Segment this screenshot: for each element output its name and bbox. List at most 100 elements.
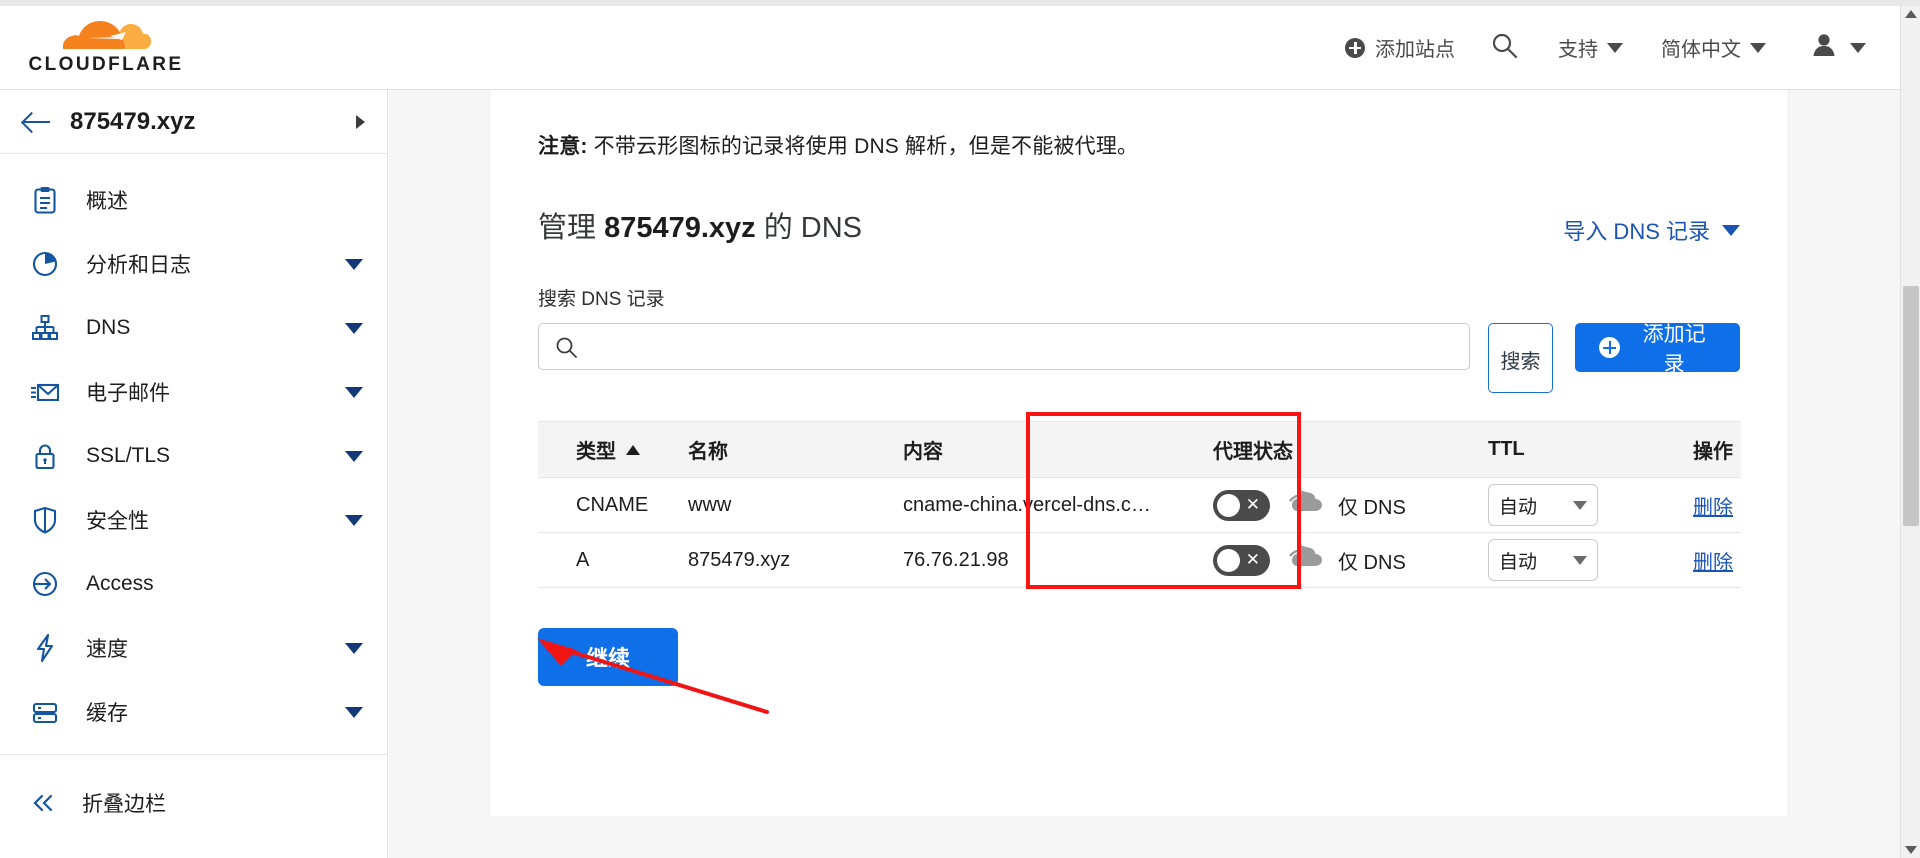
import-dns-records-menu[interactable]: 导入 DNS 记录 xyxy=(1563,214,1740,246)
scroll-up-arrow-icon[interactable] xyxy=(1905,10,1917,18)
cloud-icon xyxy=(1286,544,1324,576)
search-input[interactable] xyxy=(587,324,1457,369)
language-label: 简体中文 xyxy=(1661,39,1741,61)
toggle-knob xyxy=(1217,548,1240,572)
cloudflare-dns-page: CLOUDFLARE 添加站点 支持 简体中文 875479.xyz 概述 分析… xyxy=(0,0,1920,858)
column-header-content[interactable]: 内容 xyxy=(903,435,1213,464)
table-row: CNAME www cname-china.vercel-dns.c… ✕ 仅 … xyxy=(538,478,1741,533)
support-menu[interactable]: 支持 xyxy=(1558,33,1623,62)
support-label: 支持 xyxy=(1558,39,1598,61)
vertical-scrollbar[interactable] xyxy=(1900,6,1920,858)
cloudflare-cloud-icon xyxy=(60,19,152,53)
add-record-button[interactable]: 添加记录 xyxy=(1575,323,1740,376)
pie-chart-icon xyxy=(28,247,62,281)
dns-records-table: 类型 名称 内容 代理状态 TTL 操作 CNAME www cname-chi… xyxy=(538,421,1741,588)
delete-record-link[interactable]: 删除 xyxy=(1693,552,1733,574)
chevron-down-icon[interactable] xyxy=(345,514,363,526)
chevron-down-icon[interactable] xyxy=(345,642,363,654)
import-dns-records-label: 导入 DNS 记录 xyxy=(1563,219,1710,244)
search-button[interactable]: 搜索 xyxy=(1487,323,1554,393)
sidebar-item-access[interactable]: Access xyxy=(0,552,387,616)
search-input-wrapper[interactable] xyxy=(538,323,1470,370)
add-site-button[interactable]: 添加站点 xyxy=(1345,33,1455,62)
page-title-suffix: 的 DNS xyxy=(755,212,862,244)
dns-title-row: 管理 875479.xyz 的 DNS 导入 DNS 记录 xyxy=(538,204,1740,246)
record-name: www xyxy=(688,493,732,516)
zone-name: 875479.xyz xyxy=(70,107,196,135)
sign-in-icon xyxy=(28,567,62,601)
chevron-down-icon xyxy=(1573,500,1587,510)
search-icon xyxy=(555,336,578,364)
proxy-status-cell: ✕ 仅 DNS xyxy=(1213,489,1488,521)
record-type: CNAME xyxy=(576,493,649,516)
ttl-cell: 自动 xyxy=(1488,484,1648,526)
table-header-row: 类型 名称 内容 代理状态 TTL 操作 xyxy=(538,422,1741,478)
page-title: 管理 875479.xyz 的 DNS xyxy=(538,204,862,246)
envelope-icon xyxy=(28,375,62,409)
chevron-down-icon[interactable] xyxy=(345,258,363,270)
scrollbar-thumb[interactable] xyxy=(1903,286,1919,526)
zone-header[interactable]: 875479.xyz xyxy=(0,90,387,154)
chevron-right-icon[interactable] xyxy=(356,114,365,129)
arrow-left-icon[interactable] xyxy=(22,111,52,133)
proxy-status-label: 仅 DNS xyxy=(1338,496,1406,519)
sidebar-item-analytics[interactable]: 分析和日志 xyxy=(0,232,387,296)
collapse-sidebar-label: 折叠边栏 xyxy=(82,793,166,816)
chevron-down-icon[interactable] xyxy=(345,450,363,462)
collapse-sidebar-button[interactable]: 折叠边栏 xyxy=(0,771,387,835)
column-header-name[interactable]: 名称 xyxy=(688,435,903,464)
ttl-cell: 自动 xyxy=(1488,539,1648,581)
search-icon[interactable] xyxy=(1491,32,1518,64)
sort-ascending-icon xyxy=(626,444,640,455)
cloudflare-wordmark: CLOUDFLARE xyxy=(28,54,184,75)
sidebar-item-label: Access xyxy=(86,572,154,595)
proxy-status-label: 仅 DNS xyxy=(1338,551,1406,574)
account-menu[interactable] xyxy=(1810,31,1866,65)
dns-notice-text: 不带云形图标的记录将使用 DNS 解析，但是不能被代理。 xyxy=(593,135,1139,158)
sidebar-item-overview[interactable]: 概述 xyxy=(0,168,387,232)
sidebar-item-speed[interactable]: 速度 xyxy=(0,616,387,680)
ttl-select[interactable]: 自动 xyxy=(1488,484,1598,526)
scroll-down-arrow-icon[interactable] xyxy=(1905,846,1917,854)
sidebar-item-cache[interactable]: 缓存 xyxy=(0,680,387,744)
column-header-proxy-status[interactable]: 代理状态 xyxy=(1213,435,1488,464)
sidebar-item-label: 安全性 xyxy=(86,510,149,533)
continue-button[interactable]: 继续 xyxy=(538,628,678,686)
sidebar: 875479.xyz 概述 分析和日志 DNS 电子邮件 SSL/TLS 安全性… xyxy=(0,90,388,858)
sidebar-item-dns[interactable]: DNS xyxy=(0,296,387,360)
record-content: cname-china.vercel-dns.c… xyxy=(903,493,1151,516)
clipboard-icon xyxy=(28,183,62,217)
page-title-domain: 875479.xyz xyxy=(604,212,756,244)
app-header: CLOUDFLARE 添加站点 支持 简体中文 xyxy=(0,6,1900,90)
user-avatar-icon xyxy=(1810,31,1838,65)
dns-notice-bold: 注意: xyxy=(538,135,588,158)
sidebar-item-ssl-tls[interactable]: SSL/TLS xyxy=(0,424,387,488)
column-header-ttl[interactable]: TTL xyxy=(1488,438,1648,461)
language-menu[interactable]: 简体中文 xyxy=(1661,33,1766,62)
actions-cell: 删除 xyxy=(1648,546,1741,575)
sidebar-item-email[interactable]: 电子邮件 xyxy=(0,360,387,424)
chevron-down-icon[interactable] xyxy=(345,386,363,398)
delete-record-link[interactable]: 删除 xyxy=(1693,497,1733,519)
chevron-down-icon xyxy=(1573,555,1587,565)
sidebar-item-security[interactable]: 安全性 xyxy=(0,488,387,552)
column-header-type[interactable]: 类型 xyxy=(538,435,688,464)
proxy-toggle[interactable]: ✕ xyxy=(1213,489,1270,521)
sidebar-nav: 概述 分析和日志 DNS 电子邮件 SSL/TLS 安全性 Access 速度 … xyxy=(0,154,387,744)
proxy-toggle[interactable]: ✕ xyxy=(1213,544,1270,576)
sidebar-item-label: SSL/TLS xyxy=(86,444,171,467)
dns-notice: 注意: 不带云形图标的记录将使用 DNS 解析，但是不能被代理。 xyxy=(538,90,1740,160)
ttl-select[interactable]: 自动 xyxy=(1488,539,1598,581)
chevron-down-icon[interactable] xyxy=(345,322,363,334)
close-icon: ✕ xyxy=(1245,494,1260,514)
chevron-double-left-icon xyxy=(28,792,58,814)
chevron-down-icon xyxy=(1850,42,1866,53)
proxy-status-cell: ✕ 仅 DNS xyxy=(1213,544,1488,576)
chevron-down-icon xyxy=(1722,224,1740,236)
add-record-label: 添加记录 xyxy=(1642,322,1706,376)
record-name: 875479.xyz xyxy=(688,548,791,571)
chevron-down-icon xyxy=(1607,42,1623,53)
search-dns-label: 搜索 DNS 记录 xyxy=(538,289,665,310)
cloudflare-logo[interactable]: CLOUDFLARE xyxy=(26,19,186,76)
chevron-down-icon[interactable] xyxy=(345,706,363,718)
